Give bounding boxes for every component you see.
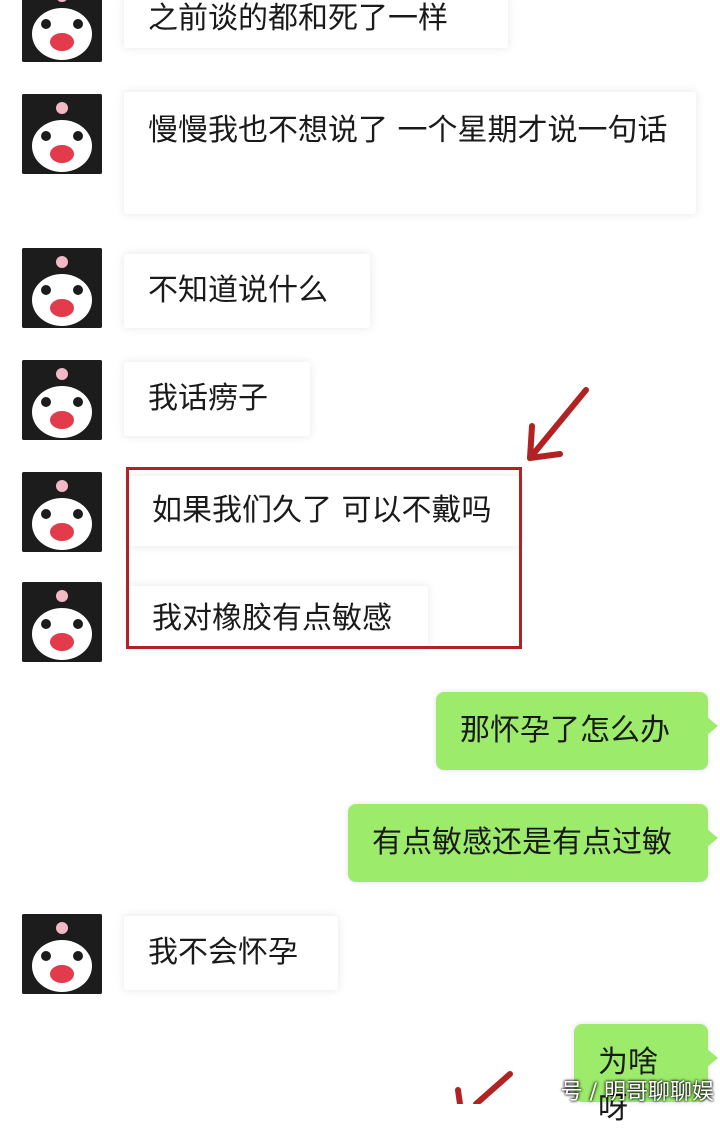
avatar[interactable]	[22, 248, 102, 328]
cartoon-avatar-icon	[22, 360, 102, 440]
watermark: 号 / 明哥聊聊娱	[560, 1080, 714, 1105]
cartoon-avatar-icon	[22, 94, 102, 174]
cartoon-avatar-icon	[22, 248, 102, 328]
message-text: 那怀孕了怎么办	[460, 713, 670, 748]
message-text: 之前谈的都和死了一样	[148, 1, 448, 36]
avatar[interactable]	[22, 582, 102, 662]
message-bubble[interactable]: 不知道说什么	[124, 254, 370, 328]
message-text: 有点敏感还是有点过敏	[372, 825, 672, 860]
message-text: 不知道说什么	[148, 273, 328, 308]
message-text: 慢慢我也不想说了 一个星期才说一句话	[148, 113, 668, 148]
avatar[interactable]	[22, 94, 102, 174]
message-bubble[interactable]: 慢慢我也不想说了 一个星期才说一句话	[124, 92, 696, 214]
red-arrow-icon	[527, 387, 589, 461]
message-bubble[interactable]: 我话痨子	[124, 362, 310, 436]
avatar[interactable]	[22, 0, 102, 62]
message-text: 我话痨子	[148, 381, 268, 416]
avatar[interactable]	[22, 360, 102, 440]
message-bubble-outgoing[interactable]: 那怀孕了怎么办	[436, 692, 718, 770]
cartoon-avatar-icon	[22, 582, 102, 662]
message-bubble-outgoing[interactable]: 有点敏感还是有点过敏	[348, 804, 718, 882]
message-bubble[interactable]: 我不会怀孕	[124, 916, 338, 990]
red-arrow-icon	[455, 1071, 513, 1104]
cartoon-avatar-icon	[22, 472, 102, 552]
cartoon-avatar-icon	[22, 0, 102, 62]
red-highlight-box	[126, 467, 522, 649]
avatar[interactable]	[22, 472, 102, 552]
cartoon-avatar-icon	[22, 914, 102, 994]
message-text: 我不会怀孕	[148, 935, 298, 970]
message-bubble[interactable]: 之前谈的都和死了一样	[124, 0, 508, 48]
avatar[interactable]	[22, 914, 102, 994]
